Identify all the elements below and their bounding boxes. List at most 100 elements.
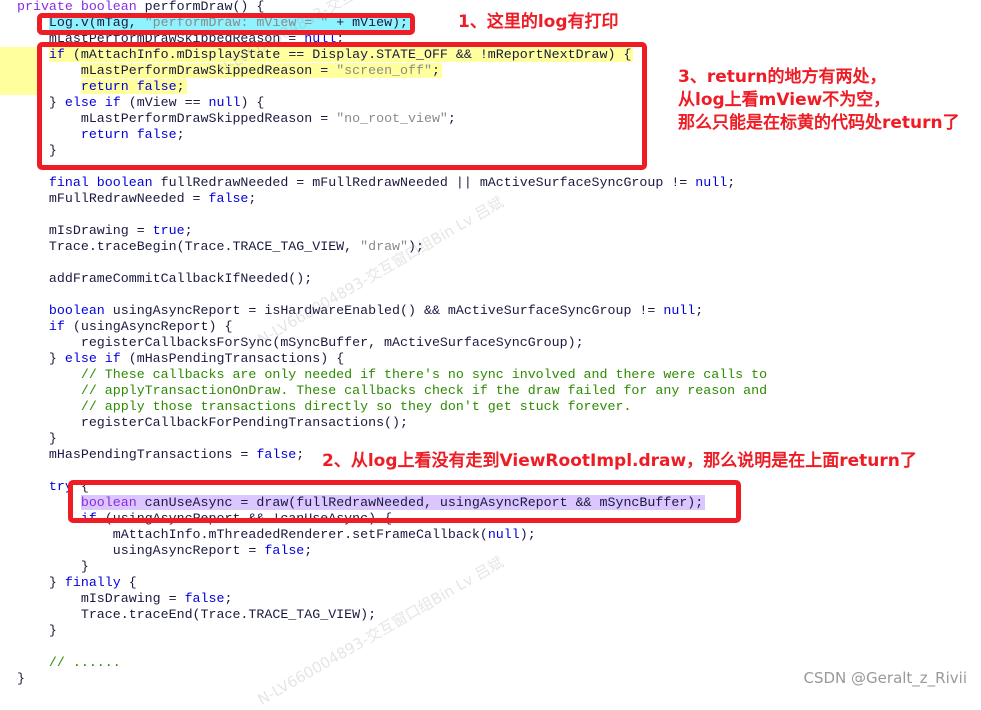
code-line: mIsDrawing = false;	[17, 591, 767, 607]
code-line: }	[17, 559, 767, 575]
annotation-box-return	[37, 42, 647, 170]
code-text: mAttachInfo.mThreadedRenderer.setFrameCa…	[113, 527, 536, 542]
code-line: }	[17, 671, 767, 687]
code-line: boolean usingAsyncReport = isHardwareEna…	[17, 303, 767, 319]
code-token: ;	[304, 543, 313, 558]
code-text: mIsDrawing = false;	[81, 591, 233, 606]
code-token: private boolean	[17, 0, 145, 14]
code-line: // apply those transactions directly so …	[17, 399, 767, 415]
code-token: mIsDrawing =	[80, 591, 185, 606]
annotation-box-log	[37, 13, 415, 35]
code-text: addFrameCommitCallbackIfNeeded();	[49, 271, 312, 286]
code-token: {	[120, 575, 137, 590]
code-text: final boolean fullRedrawNeeded = mFullRe…	[49, 175, 735, 190]
code-token: ;	[727, 175, 736, 190]
code-token: performDraw() {	[144, 0, 265, 14]
code-text: // applyTransactionOnDraw. These callbac…	[81, 383, 767, 398]
code-line: final boolean fullRedrawNeeded = mFullRe…	[17, 175, 767, 191]
code-text: }	[81, 559, 89, 574]
code-token: boolean	[48, 303, 105, 318]
annotation-note-1: 1、这里的log有打印	[458, 12, 619, 32]
code-token: usingAsyncReport =	[112, 543, 265, 558]
code-token: mIsDrawing =	[48, 223, 153, 238]
code-text: mHasPendingTransactions = false;	[49, 447, 304, 462]
code-token: false	[264, 543, 305, 558]
code-line: mIsDrawing = true;	[17, 223, 767, 239]
code-token: ;	[695, 303, 704, 318]
code-text: registerCallbackForPendingTransactions()…	[81, 415, 408, 430]
code-text: } finally {	[49, 575, 137, 590]
code-token: }	[17, 671, 25, 686]
code-token: mFullRedrawNeeded =	[48, 191, 209, 206]
code-token: }	[48, 431, 57, 446]
code-line: usingAsyncReport = false;	[17, 543, 767, 559]
code-line: registerCallbacksForSync(mSyncBuffer, mA…	[17, 335, 767, 351]
code-token: }	[48, 575, 65, 590]
code-token: }	[48, 351, 65, 366]
code-text: // apply those transactions directly so …	[81, 399, 632, 414]
code-token: fullRedrawNeeded = mFullRedrawNeeded || …	[152, 175, 696, 190]
code-token: mHasPendingTransactions =	[48, 447, 257, 462]
code-token: // apply those transactions directly so …	[80, 399, 632, 414]
code-token: // ......	[48, 655, 121, 670]
code-token: // These callbacks are only needed if th…	[80, 367, 768, 382]
annotation-note-3-line1: 3、return的地方有两处，	[678, 67, 887, 87]
code-token: mAttachInfo.mThreadedRenderer.setFrameCa…	[112, 527, 488, 542]
code-line: registerCallbackForPendingTransactions()…	[17, 415, 767, 431]
code-text: }	[49, 431, 57, 446]
code-token: (mHasPendingTransactions) {	[120, 351, 345, 366]
code-text: Trace.traceBegin(Trace.TRACE_TAG_VIEW, "…	[49, 239, 424, 254]
code-token: finally	[64, 575, 121, 590]
code-text: usingAsyncReport = false;	[113, 543, 313, 558]
code-text: // These callbacks are only needed if th…	[81, 367, 767, 382]
code-line: mAttachInfo.mThreadedRenderer.setFrameCa…	[17, 527, 767, 543]
code-token: }	[80, 559, 89, 574]
annotation-note-2: 2、从log上看没有走到ViewRootImpl.draw，那么说明是在上面re…	[322, 451, 917, 471]
code-token: if	[48, 319, 65, 334]
code-text: Trace.traceEnd(Trace.TRACE_TAG_VIEW);	[81, 607, 376, 622]
code-token: null	[663, 303, 696, 318]
code-token: Trace.traceBegin(Trace.TRACE_TAG_VIEW,	[48, 239, 361, 254]
code-token: false	[184, 591, 225, 606]
code-line: } else if (mHasPendingTransactions) {	[17, 351, 767, 367]
code-token: Trace.traceEnd(Trace.TRACE_TAG_VIEW);	[80, 607, 377, 622]
code-token: addFrameCommitCallbackIfNeeded();	[48, 271, 313, 286]
code-line: mFullRedrawNeeded = false;	[17, 191, 767, 207]
code-token: usingAsyncReport = isHardwareEnabled() &…	[104, 303, 664, 318]
code-text: mFullRedrawNeeded = false;	[49, 191, 256, 206]
annotation-note-3-line3: 那么只能是在标黄的代码处return了	[678, 113, 960, 133]
annotation-box-draw	[68, 480, 741, 523]
code-text: private boolean performDraw() {	[17, 0, 264, 14]
code-text: // ......	[49, 655, 121, 670]
code-token: false	[256, 447, 297, 462]
code-text: mIsDrawing = true;	[49, 223, 193, 238]
code-text: } else if (mHasPendingTransactions) {	[49, 351, 344, 366]
code-line: // ......	[17, 655, 767, 671]
code-token: null	[695, 175, 728, 190]
code-token: true	[152, 223, 185, 238]
code-text: }	[17, 671, 25, 686]
code-token: ;	[248, 191, 257, 206]
code-token: null	[487, 527, 520, 542]
code-text: }	[49, 623, 57, 638]
code-text: registerCallbacksForSync(mSyncBuffer, mA…	[81, 335, 584, 350]
code-token: false	[208, 191, 249, 206]
code-token: final boolean	[48, 175, 153, 190]
code-token: ;	[296, 447, 305, 462]
code-line: // applyTransactionOnDraw. These callbac…	[17, 383, 767, 399]
code-token: registerCallbackForPendingTransactions()…	[80, 415, 409, 430]
code-token: ;	[224, 591, 233, 606]
code-token: (usingAsyncReport) {	[64, 319, 233, 334]
code-token: // applyTransactionOnDraw. These callbac…	[80, 383, 768, 398]
code-line: } finally {	[17, 575, 767, 591]
code-line: // These callbacks are only needed if th…	[17, 367, 767, 383]
code-token: registerCallbacksForSync(mSyncBuffer, mA…	[80, 335, 584, 350]
code-text: boolean usingAsyncReport = isHardwareEna…	[49, 303, 703, 318]
code-token: ;	[184, 223, 193, 238]
code-token: else if	[64, 351, 121, 366]
csdn-footer: CSDN @Geralt_z_Rivii	[803, 669, 967, 687]
code-line: if (usingAsyncReport) {	[17, 319, 767, 335]
